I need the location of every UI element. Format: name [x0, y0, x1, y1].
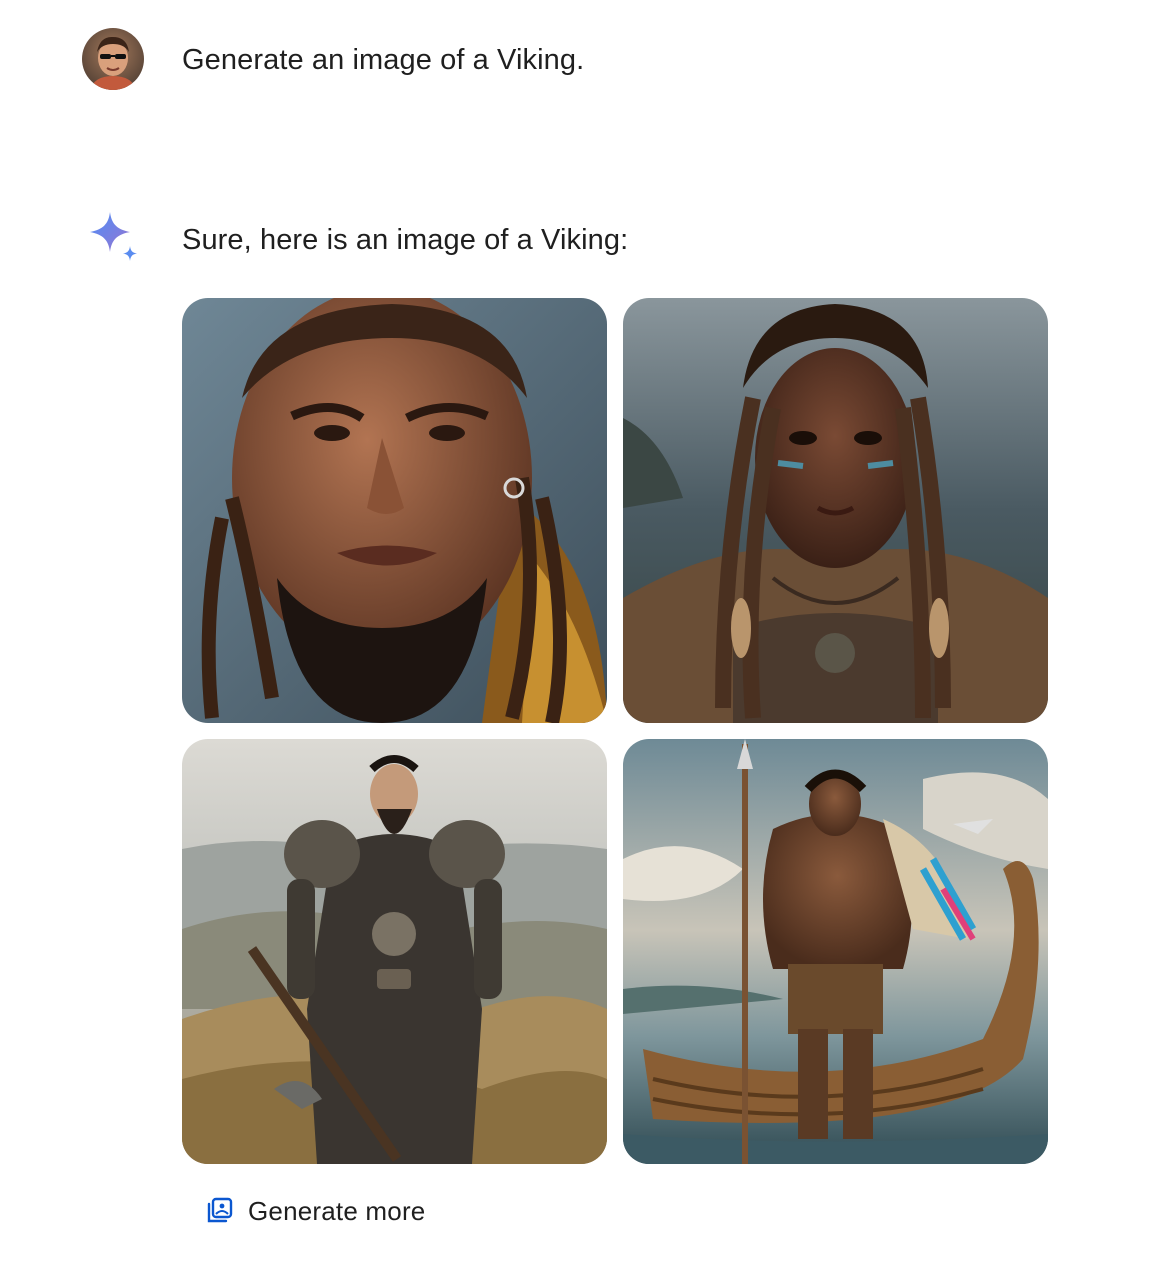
image-stack-icon [207, 1197, 233, 1223]
generated-image-3[interactable] [182, 739, 607, 1164]
user-message-row [82, 28, 144, 90]
generated-image-1[interactable] [182, 298, 607, 723]
generated-image-4[interactable] [623, 739, 1048, 1164]
user-avatar[interactable] [82, 28, 144, 90]
user-prompt-text: Generate an image of a Viking. [182, 44, 585, 76]
generated-image-grid [182, 298, 1048, 1164]
model-reply-text: Sure, here is an image of a Viking: [182, 224, 629, 256]
generate-more-label: Generate more [248, 1195, 426, 1226]
generated-image-2[interactable] [623, 298, 1048, 723]
gemini-sparkle-icon [86, 210, 142, 266]
generate-more-button[interactable]: Generate more [196, 1188, 433, 1234]
